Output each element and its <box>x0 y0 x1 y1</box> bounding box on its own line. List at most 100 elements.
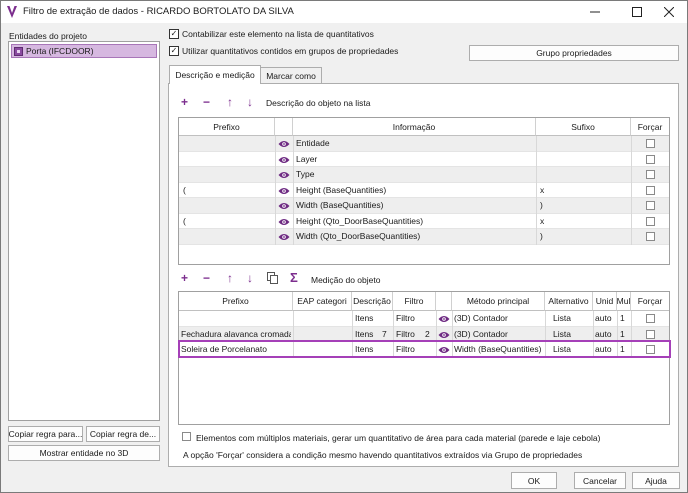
door-icon <box>14 46 23 56</box>
force-checkbox[interactable] <box>646 170 655 179</box>
suffix-cell[interactable]: ) <box>540 198 628 213</box>
show-entity-3d-button[interactable]: Mostrar entidade no 3D <box>8 445 160 461</box>
add-icon[interactable]: + <box>181 272 188 284</box>
copy-rule-from-button[interactable]: Copiar regra de... <box>86 426 160 442</box>
remove-icon[interactable]: − <box>203 96 210 108</box>
maximize-button[interactable] <box>619 1 655 23</box>
eye-icon[interactable] <box>278 171 290 179</box>
help-button[interactable]: Ajuda <box>632 472 680 489</box>
eye-icon[interactable] <box>278 156 290 164</box>
move-down-icon[interactable]: ↓ <box>247 96 253 108</box>
eye-icon[interactable] <box>278 233 290 241</box>
info-cell[interactable]: Height (Qto_DoorBaseQuantities) <box>296 214 532 229</box>
filter-count <box>425 311 435 326</box>
prefix-cell[interactable] <box>183 136 271 151</box>
prefix-cell[interactable] <box>181 311 291 326</box>
force-checkbox[interactable] <box>646 216 655 226</box>
copy-icon[interactable] <box>267 272 278 284</box>
suffix-cell[interactable]: ) <box>540 229 628 244</box>
prefix-cell[interactable] <box>183 167 271 182</box>
prefix-cell[interactable] <box>183 229 271 244</box>
force-checkbox[interactable] <box>646 314 655 323</box>
unit-cell[interactable]: auto <box>595 327 617 342</box>
multiplier-cell[interactable]: 1 <box>620 311 630 326</box>
eye-icon[interactable] <box>278 202 290 210</box>
table-row[interactable]: Width (Qto_DoorBaseQuantities)) <box>179 229 669 245</box>
prefix-cell[interactable] <box>183 198 271 213</box>
main-method-cell[interactable]: (3D) Contador <box>454 327 544 342</box>
close-button[interactable] <box>651 1 687 23</box>
remove-icon[interactable]: − <box>203 272 210 284</box>
eap-cell[interactable] <box>295 327 350 342</box>
suffix-cell[interactable] <box>540 136 628 151</box>
suffix-cell[interactable]: x <box>540 183 628 198</box>
eye-icon[interactable] <box>278 187 290 195</box>
use-groups-checkbox[interactable]: ✓ <box>169 46 179 56</box>
force-checkbox[interactable] <box>646 154 655 164</box>
suffix-cell[interactable] <box>540 167 628 182</box>
minimize-button[interactable] <box>577 1 613 23</box>
project-entities-list[interactable]: Porta (IFCDOOR) <box>8 41 160 421</box>
close-icon <box>664 7 674 17</box>
column-divider <box>275 136 276 245</box>
column-header: Método principal <box>452 292 545 311</box>
eap-cell[interactable] <box>295 311 350 326</box>
sum-icon[interactable]: Σ <box>290 271 298 284</box>
description-cell[interactable]: Itens <box>355 311 381 326</box>
ok-button[interactable]: OK <box>511 472 557 489</box>
unit-cell[interactable]: auto <box>595 311 617 326</box>
alternative-cell[interactable]: Lista <box>553 311 591 326</box>
move-down-icon[interactable]: ↓ <box>247 272 253 284</box>
filter-cell[interactable]: Filtro <box>396 311 424 326</box>
count-element-checkbox[interactable]: ✓ <box>169 29 179 39</box>
table-row[interactable]: Entidade <box>179 136 669 152</box>
move-up-icon[interactable]: ↑ <box>227 272 233 284</box>
info-cell[interactable]: Height (BaseQuantities) <box>296 183 532 198</box>
info-cell[interactable]: Width (Qto_DoorBaseQuantities) <box>296 229 532 244</box>
force-checkbox[interactable] <box>646 185 655 195</box>
table-row[interactable]: Layer <box>179 152 669 167</box>
force-checkbox[interactable] <box>646 232 655 241</box>
checkmark-icon: ✓ <box>170 29 178 38</box>
prefix-cell[interactable]: ( <box>183 214 271 229</box>
info-cell[interactable]: Entidade <box>296 136 532 151</box>
force-checkbox[interactable] <box>646 139 655 148</box>
multi-material-checkbox[interactable] <box>182 432 191 441</box>
force-checkbox[interactable] <box>646 201 655 210</box>
table-row[interactable]: Type <box>179 167 669 183</box>
eye-icon[interactable] <box>438 331 450 339</box>
info-cell[interactable]: Type <box>296 167 532 182</box>
prefix-cell[interactable]: ( <box>183 183 271 198</box>
move-up-icon[interactable]: ↑ <box>227 96 233 108</box>
description-cell[interactable]: Itens <box>355 327 381 342</box>
copy-rule-to-button[interactable]: Copiar regra para... <box>8 426 83 442</box>
cancel-button[interactable]: Cancelar <box>574 472 626 489</box>
info-cell[interactable]: Width (BaseQuantities) <box>296 198 532 213</box>
eye-icon[interactable] <box>278 218 290 226</box>
prefix-cell[interactable]: Fechadura alavanca cromada <box>181 327 291 342</box>
suffix-cell[interactable] <box>540 152 628 167</box>
column-header: Prefixo <box>179 292 293 311</box>
list-item[interactable]: Porta (IFCDOOR) <box>11 44 157 58</box>
force-checkbox[interactable] <box>646 329 655 339</box>
project-entities-label: Entidades do projeto <box>9 31 87 41</box>
property-group-button[interactable]: Grupo propriedades <box>469 45 679 61</box>
table-row[interactable]: Itens Filtro (3D) Contador Lista auto 1 <box>179 311 669 327</box>
column-header: Filtro <box>393 292 436 311</box>
multiplier-cell[interactable]: 1 <box>620 327 630 342</box>
suffix-cell[interactable]: x <box>540 214 628 229</box>
tab-description-measurement[interactable]: Descrição e medição <box>169 65 261 84</box>
eye-icon[interactable] <box>438 315 450 323</box>
prefix-cell[interactable] <box>183 152 271 167</box>
info-cell[interactable]: Layer <box>296 152 532 167</box>
table-row[interactable]: ( Height (BaseQuantities) x <box>179 183 669 198</box>
add-icon[interactable]: + <box>181 96 188 108</box>
table-row[interactable]: Width (BaseQuantities)) <box>179 198 669 214</box>
main-method-cell[interactable]: (3D) Contador <box>454 311 544 326</box>
filter-cell[interactable]: Filtro <box>396 327 424 342</box>
count-element-label: Contabilizar este elemento na lista de q… <box>182 29 374 39</box>
tab-mark-as[interactable]: Marcar como <box>260 67 322 84</box>
alternative-cell[interactable]: Lista <box>553 327 591 342</box>
eye-icon[interactable] <box>278 140 290 148</box>
table-row[interactable]: ( Height (Qto_DoorBaseQuantities) x <box>179 214 669 229</box>
